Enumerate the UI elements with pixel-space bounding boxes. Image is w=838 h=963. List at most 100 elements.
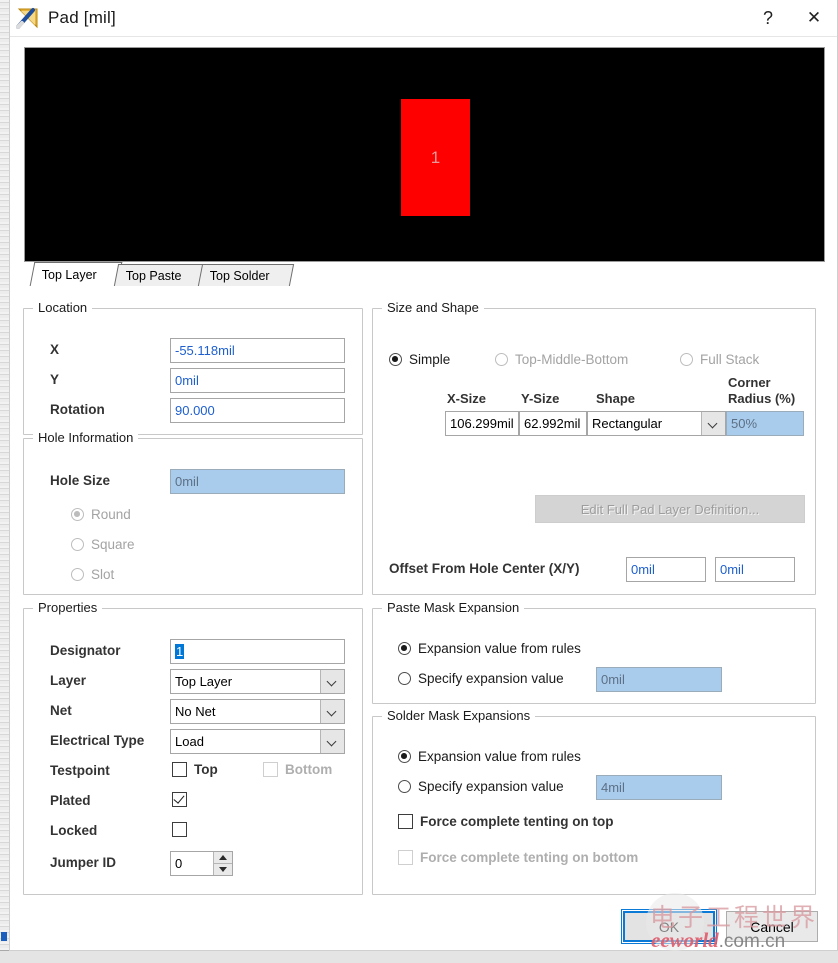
jumper-id-stepper-buttons[interactable] (213, 852, 232, 875)
hole-information-group-legend: Hole Information (33, 430, 139, 445)
net-combobox[interactable]: No Net (170, 699, 345, 724)
mode-simple-radio[interactable]: Simple (389, 352, 450, 367)
stepper-down-icon[interactable] (213, 863, 232, 875)
radio-indicator (398, 750, 411, 763)
tab-top-layer[interactable]: Top Layer (29, 262, 123, 286)
solder-mask-group-legend: Solder Mask Expansions (382, 708, 536, 723)
solder-mask-expansions-group: Solder Mask Expansions Expansion value f… (372, 708, 816, 895)
offset-y-input[interactable]: 0mil (715, 557, 795, 582)
solder-mask-from-rules-radio[interactable]: Expansion value from rules (398, 749, 581, 764)
tab-top-solder[interactable]: Top Solder (197, 264, 295, 286)
jumper-id-label: Jumper ID (50, 855, 117, 870)
rotation-input[interactable]: 90.000 (170, 398, 345, 423)
pad-preview-panel: 1 Top Layer Top Paste Top Solder (24, 47, 825, 290)
ok-button[interactable]: OK (621, 909, 717, 944)
chevron-down-icon[interactable] (701, 412, 725, 435)
stepper-up-icon[interactable] (213, 852, 232, 863)
properties-group-legend: Properties (33, 600, 103, 615)
mode-full-stack-label: Full Stack (700, 352, 760, 367)
cancel-button[interactable]: Cancel (726, 911, 818, 942)
pad-preview-canvas[interactable]: 1 (24, 47, 825, 262)
x-input[interactable]: -55.118mil (170, 338, 345, 363)
hole-shape-round-label: Round (91, 507, 131, 522)
force-tenting-top-checkbox[interactable]: Force complete tenting on top (398, 814, 614, 829)
pad-ruler-icon (16, 7, 40, 29)
hole-size-input: 0mil (170, 469, 345, 494)
hole-shape-round-radio: Round (71, 507, 131, 522)
force-tenting-top-label: Force complete tenting on top (420, 814, 614, 829)
solder-mask-from-rules-label: Expansion value from rules (418, 749, 581, 764)
testpoint-top-checkbox[interactable]: Top (172, 762, 218, 777)
plated-label: Plated (50, 793, 91, 808)
y-size-input[interactable]: 62.992mil (519, 411, 587, 436)
checkbox-indicator (172, 822, 187, 837)
force-tenting-bottom-checkbox: Force complete tenting on bottom (398, 850, 638, 865)
checkbox-indicator (172, 792, 187, 807)
mode-simple-label: Simple (409, 352, 451, 367)
pad-preview-designator: 1 (430, 147, 441, 167)
testpoint-bottom-label: Bottom (285, 762, 333, 777)
radio-indicator (495, 353, 508, 366)
close-button[interactable]: ✕ (791, 0, 837, 36)
locked-checkbox[interactable] (172, 822, 194, 837)
background-status-bar (0, 950, 838, 963)
background-scroll-marker (1, 932, 7, 941)
electrical-type-combobox[interactable]: Load (170, 729, 345, 754)
paste-mask-from-rules-radio[interactable]: Expansion value from rules (398, 641, 581, 656)
hole-size-label: Hole Size (50, 473, 111, 488)
layer-value: Top Layer (175, 674, 233, 689)
shape-combobox[interactable]: Rectangular (587, 411, 726, 436)
electrical-type-label: Electrical Type (50, 733, 145, 748)
checkbox-indicator (263, 762, 278, 777)
designator-selected-text: 1 (175, 644, 185, 659)
radio-indicator (680, 353, 693, 366)
location-group: Location X -55.118mil Y 0mil Rotation 90… (23, 300, 363, 435)
offset-from-hole-center-label: Offset From Hole Center (X/Y) (389, 561, 580, 576)
x-size-input[interactable]: 106.299mil (445, 411, 519, 436)
corner-radius-column-header-line2: Radius (%) (728, 391, 796, 406)
solder-mask-specify-radio[interactable]: Specify expansion value (398, 779, 564, 794)
x-size-column-header: X-Size (447, 391, 487, 406)
paste-mask-expansion-group: Paste Mask Expansion Expansion value fro… (372, 600, 816, 704)
tab-top-solder-label: Top Solder (209, 268, 270, 283)
pad-properties-dialog: Pad [mil] ? ✕ 1 Top Layer Top Paste Top … (9, 0, 838, 951)
y-input[interactable]: 0mil (170, 368, 345, 393)
chevron-down-icon[interactable] (320, 700, 344, 723)
layer-label: Layer (50, 673, 87, 688)
testpoint-bottom-checkbox: Bottom (263, 762, 332, 777)
layer-tabstrip: Top Layer Top Paste Top Solder (24, 262, 825, 288)
tab-top-paste-label: Top Paste (125, 268, 182, 283)
size-and-shape-group-legend: Size and Shape (382, 300, 484, 315)
force-tenting-bottom-label: Force complete tenting on bottom (420, 850, 639, 865)
mode-full-stack-radio: Full Stack (680, 352, 759, 367)
radio-indicator (398, 780, 411, 793)
hole-shape-square-radio: Square (71, 537, 135, 552)
radio-indicator (398, 642, 411, 655)
radio-indicator (71, 568, 84, 581)
designator-input[interactable]: 1 (170, 639, 345, 664)
help-button[interactable]: ? (745, 0, 791, 36)
plated-checkbox[interactable] (172, 792, 194, 807)
offset-x-input[interactable]: 0mil (626, 557, 706, 582)
y-label: Y (50, 372, 60, 387)
y-size-column-header: Y-Size (521, 391, 560, 406)
properties-group: Properties Designator 1 Layer Top Layer … (23, 600, 363, 895)
dialog-titlebar: Pad [mil] ? ✕ (10, 0, 837, 37)
chevron-down-icon[interactable] (320, 670, 344, 693)
jumper-id-value: 0 (175, 856, 183, 871)
jumper-id-stepper[interactable]: 0 (170, 851, 233, 876)
shape-value: Rectangular (592, 416, 663, 431)
edit-full-pad-layer-definition-button: Edit Full Pad Layer Definition... (535, 495, 805, 523)
designator-label: Designator (50, 643, 121, 658)
radio-indicator (71, 538, 84, 551)
mode-top-middle-bottom-radio: Top-Middle-Bottom (495, 352, 628, 367)
tab-top-paste[interactable]: Top Paste (113, 264, 207, 286)
paste-mask-specify-radio[interactable]: Specify expansion value (398, 671, 564, 686)
solder-mask-specify-label: Specify expansion value (418, 779, 564, 794)
chevron-down-icon[interactable] (320, 730, 344, 753)
x-label: X (50, 342, 60, 357)
hole-shape-square-label: Square (91, 537, 135, 552)
location-group-legend: Location (33, 300, 93, 315)
layer-combobox[interactable]: Top Layer (170, 669, 345, 694)
radio-indicator (398, 672, 411, 685)
